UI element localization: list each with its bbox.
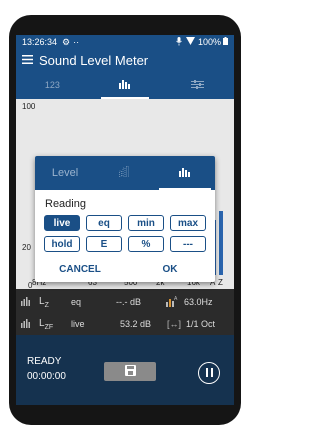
row2-bandwidth-value: 1/1 Oct: [186, 319, 216, 329]
dialog-tab-level-label: Level: [51, 167, 79, 179]
y-tick-100: 100: [22, 102, 36, 111]
row1-label: LZ: [39, 295, 49, 309]
pause-icon: [205, 364, 213, 382]
dialog-title: Reading: [45, 198, 86, 210]
app-bar: Sound Level Meter: [16, 49, 234, 71]
save-button[interactable]: [104, 362, 156, 381]
dialog-tab-spectrum[interactable]: [155, 156, 215, 190]
reading-option-eq[interactable]: eq: [86, 215, 122, 231]
dialog-actions: CANCEL OK: [35, 264, 215, 278]
hamburger-icon[interactable]: [22, 51, 33, 69]
row1-value: --.- dB: [116, 297, 142, 307]
sliders-icon: [191, 79, 205, 91]
row1-band-value: 63.0Hz: [184, 297, 213, 307]
bracket-arrows-icon: [↔]: [167, 319, 182, 329]
measurement-row-2[interactable]: LZF live 53.2 dB [↔] 1/1 Oct: [16, 313, 234, 335]
spectrum-bars-icon: [179, 166, 191, 180]
app-screen: 13:26:34 ⚙ ·· 100% Sound Level Meter 123: [16, 35, 234, 405]
save-icon: [124, 363, 136, 381]
status-bar: 13:26:34 ⚙ ·· 100%: [16, 35, 234, 49]
measurement-panel: LZ eq --.- dB A 63.0Hz LZF live 53.2 dB …: [16, 289, 234, 335]
reading-option-max[interactable]: max: [170, 215, 206, 231]
z-weighted-bar: [219, 211, 223, 275]
reading-option-live[interactable]: live: [44, 215, 80, 231]
reading-option-none[interactable]: %: [128, 236, 164, 252]
y-tick-20: 20: [22, 243, 31, 252]
spectrum-bars-icon: [119, 79, 131, 91]
reading-option-none[interactable]: ---: [170, 236, 206, 252]
band-bars-icon: A: [166, 296, 179, 309]
octave-bars-icon: [119, 166, 131, 180]
tab-numeric-label: 123: [44, 80, 60, 90]
reading-option-hold[interactable]: hold: [44, 236, 80, 252]
dots-icon: ··: [73, 37, 80, 47]
dialog-tab-octave[interactable]: [95, 156, 155, 190]
dialog-tabs: Level: [35, 156, 215, 190]
octave-bars-icon: [21, 318, 31, 330]
app-title: Sound Level Meter: [39, 52, 149, 68]
reading-dialog: Level Reading live eq min max hold E% --- CANC…: [35, 156, 215, 282]
row1-mode: eq: [71, 297, 82, 307]
measurement-row-1[interactable]: LZ eq --.- dB A 63.0Hz: [16, 291, 234, 313]
record-status: READY: [27, 356, 62, 367]
row2-label: LZF: [39, 317, 54, 331]
gear-icon: ⚙: [62, 36, 71, 47]
tab-spectrum[interactable]: [89, 71, 162, 99]
octave-bars-icon: [21, 296, 31, 308]
bottom-bar: READY 00:00:00: [16, 335, 234, 405]
row2-value: 53.2 dB: [120, 319, 152, 329]
pause-button[interactable]: [198, 362, 220, 384]
main-tabs: 123: [16, 71, 234, 99]
reading-option-min[interactable]: min: [128, 215, 164, 231]
battery-percent: 100%: [197, 37, 221, 47]
dialog-tab-level[interactable]: Level: [35, 156, 95, 190]
wifi-icon: [185, 37, 195, 47]
reading-option-E[interactable]: E: [86, 236, 122, 252]
status-time: 13:26:34: [22, 37, 58, 47]
cancel-button[interactable]: CANCEL: [35, 264, 125, 278]
tab-settings[interactable]: [161, 71, 234, 99]
svg-text:A: A: [174, 296, 178, 302]
x-tick-z: Z: [218, 278, 223, 287]
battery-icon: [223, 37, 228, 47]
tab-numeric[interactable]: 123: [16, 71, 89, 99]
ok-button[interactable]: OK: [125, 264, 215, 278]
row2-mode: live: [71, 319, 85, 329]
mic-icon: [176, 36, 182, 48]
record-timer: 00:00:00: [27, 371, 66, 382]
reading-options: live eq min max hold E% ---: [44, 215, 206, 252]
